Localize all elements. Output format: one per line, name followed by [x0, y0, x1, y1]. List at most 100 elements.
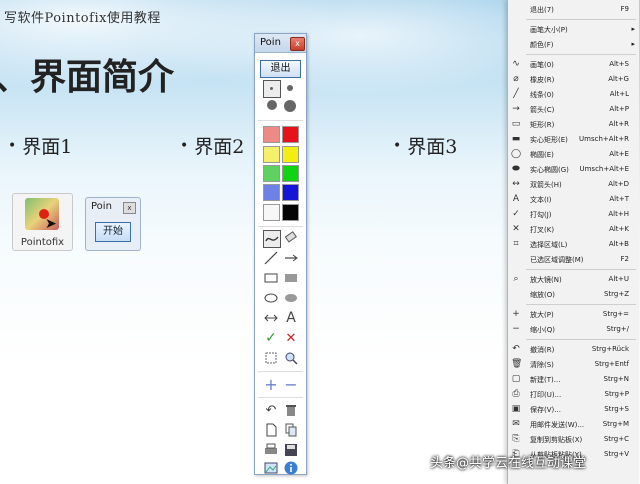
- menu-item-shortcut: Umsch+Alt+R: [579, 135, 629, 143]
- menu-item[interactable]: ✕ 打叉(K) Alt+K: [508, 222, 639, 236]
- pen-size-small-icon: [270, 87, 273, 90]
- arrow-icon[interactable]: [283, 250, 299, 266]
- filled-ellipse-icon[interactable]: [283, 290, 299, 306]
- magnifier-icon[interactable]: [283, 350, 299, 366]
- undo-icon[interactable]: ↶: [263, 402, 279, 418]
- pen-size-large-button[interactable]: [267, 100, 277, 110]
- color-light-blue-swatch[interactable]: [263, 184, 280, 201]
- save-icon[interactable]: [283, 442, 299, 458]
- color-green-swatch[interactable]: [282, 165, 299, 182]
- double-arrow-icon[interactable]: [263, 310, 279, 326]
- menu-item-icon: [511, 24, 521, 34]
- menu-item-label: 打勾(J): [530, 211, 552, 219]
- pen-size-xlarge-button[interactable]: [284, 100, 296, 112]
- menu-item-shortcut: Strg+C: [603, 435, 629, 443]
- menu-item-label: 缩小(Q): [530, 326, 555, 334]
- menu-item-label: 打印(U)...: [530, 391, 562, 399]
- menu-item-label: 选择区域(L): [530, 241, 568, 249]
- menu-item-label: 已选区域调整(M): [530, 256, 584, 264]
- toolbar-titlebar[interactable]: Poin x: [255, 34, 306, 53]
- menu-item-icon: ⎘: [512, 434, 520, 444]
- menu-item[interactable]: − 缩小(Q) Strg+/: [508, 322, 639, 336]
- menu-item[interactable]: 颜色(F) ▸: [508, 37, 639, 51]
- menu-item-icon: [511, 39, 521, 49]
- info-icon[interactable]: [283, 460, 299, 476]
- bullet-3: • 界面3: [393, 136, 458, 158]
- filled-rectangle-icon[interactable]: [283, 270, 299, 286]
- submenu-arrow-icon: ▸: [631, 25, 635, 33]
- color-red-swatch[interactable]: [282, 126, 299, 143]
- select-area-icon[interactable]: [263, 350, 279, 366]
- menu-item-icon: ∿: [512, 59, 520, 69]
- menu-item[interactable]: → 箭头(C) Alt+P: [508, 102, 639, 116]
- menu-item-shortcut: Strg+P: [604, 390, 629, 398]
- color-black-swatch[interactable]: [282, 204, 299, 221]
- menu-item[interactable]: ↔ 双箭头(H) Alt+D: [508, 177, 639, 191]
- menu-item-shortcut: F2: [620, 255, 629, 263]
- start-window-close-button[interactable]: x: [123, 202, 136, 214]
- color-light-yellow-swatch[interactable]: [263, 146, 280, 163]
- menu-item[interactable]: ⌕ 放大镜(N) Alt+U: [508, 272, 639, 286]
- menu-item[interactable]: ◯ 椭圆(E) Alt+E: [508, 147, 639, 161]
- ellipse-icon[interactable]: [263, 290, 279, 306]
- menu-separator: [526, 269, 636, 270]
- menu-item-shortcut: Alt+G: [608, 75, 629, 83]
- menu-item[interactable]: ⎘ 复制到剪贴板(X) Strg+C: [508, 432, 639, 446]
- copy-icon[interactable]: [283, 422, 299, 438]
- eraser-icon[interactable]: [283, 230, 299, 246]
- menu-item[interactable]: ✉ 用邮件发送(W)... Strg+M: [508, 417, 639, 431]
- menu-item[interactable]: ▢ 新建(T)... Strg+N: [508, 372, 639, 386]
- exit-button[interactable]: 退出: [260, 60, 301, 78]
- slide-header: 写软件Pointofix使用教程: [4, 11, 161, 26]
- menu-item[interactable]: 缩放(O) Strg+Z: [508, 287, 639, 301]
- menu-item[interactable]: ⎙ 打印(U)... Strg+P: [508, 387, 639, 401]
- menu-separator: [526, 339, 636, 340]
- cross-icon[interactable]: ✕: [283, 330, 299, 346]
- zoom-in-icon[interactable]: +: [263, 375, 279, 394]
- zoom-out-icon[interactable]: −: [283, 375, 299, 394]
- toolbar-close-button[interactable]: x: [290, 37, 305, 51]
- menu-item-label: 放大镜(N): [530, 276, 562, 284]
- start-button[interactable]: 开始: [95, 222, 131, 242]
- menu-item[interactable]: ⬬ 实心椭圆(G) Umsch+Alt+E: [508, 162, 639, 176]
- menu-item-icon: ◯: [511, 149, 522, 159]
- watermark-text: 头条@共学云在线互动课堂: [430, 456, 587, 471]
- menu-item[interactable]: 退出(7) F9: [508, 2, 639, 16]
- new-icon[interactable]: [263, 422, 279, 438]
- menu-item[interactable]: ▬ 实心矩形(E) Umsch+Alt+R: [508, 132, 639, 146]
- menu-item[interactable]: ✓ 打勾(J) Alt+H: [508, 207, 639, 221]
- color-light-green-swatch[interactable]: [263, 165, 280, 182]
- rectangle-icon[interactable]: [263, 270, 279, 286]
- menu-item-label: 矩形(R): [530, 121, 555, 129]
- screenshot-icon[interactable]: [263, 460, 279, 476]
- pen-size-medium-button[interactable]: [287, 85, 293, 91]
- menu-item[interactable]: 已选区域调整(M) F2: [508, 252, 639, 266]
- menu-item[interactable]: ▣ 保存(V)... Strg+S: [508, 402, 639, 416]
- color-white-swatch[interactable]: [263, 204, 280, 221]
- color-blue-swatch[interactable]: [282, 184, 299, 201]
- menu-item[interactable]: ⌀ 橡皮(R) Alt+G: [508, 72, 639, 86]
- menu-item[interactable]: 🗑 清除(S) Strg+Entf: [508, 357, 639, 371]
- color-light-red-swatch[interactable]: [263, 126, 280, 143]
- menu-item[interactable]: A 文本(I) Alt+T: [508, 192, 639, 206]
- menu-item-icon: A: [512, 194, 520, 204]
- text-icon[interactable]: A: [283, 310, 299, 326]
- check-icon[interactable]: ✓: [263, 330, 279, 346]
- menu-item[interactable]: ⌗ 选择区域(L) Alt+B: [508, 237, 639, 251]
- menu-item-icon: ▭: [511, 119, 521, 129]
- menu-item[interactable]: + 放大(P) Strg+=: [508, 307, 639, 321]
- slide-title: 、界面简介: [0, 56, 175, 98]
- menu-item[interactable]: 画笔大小(P) ▸: [508, 22, 639, 36]
- menu-item[interactable]: ▭ 矩形(R) Alt+R: [508, 117, 639, 131]
- line-icon[interactable]: [263, 250, 279, 266]
- menu-item-shortcut: Alt+B: [608, 240, 629, 248]
- freehand-icon[interactable]: [263, 230, 281, 248]
- menu-item-shortcut: Alt+U: [608, 275, 629, 283]
- trash-icon[interactable]: [283, 402, 299, 418]
- menu-item[interactable]: ╱ 线条(0) Alt+L: [508, 87, 639, 101]
- color-yellow-swatch[interactable]: [282, 146, 299, 163]
- print-icon[interactable]: [263, 442, 279, 458]
- menu-item[interactable]: ↶ 撤消(R) Strg+Rück: [508, 342, 639, 356]
- menu-item[interactable]: ∿ 画笔(0) Alt+S: [508, 57, 639, 71]
- pointofix-app-icon[interactable]: ➤ Pointofix: [12, 193, 73, 251]
